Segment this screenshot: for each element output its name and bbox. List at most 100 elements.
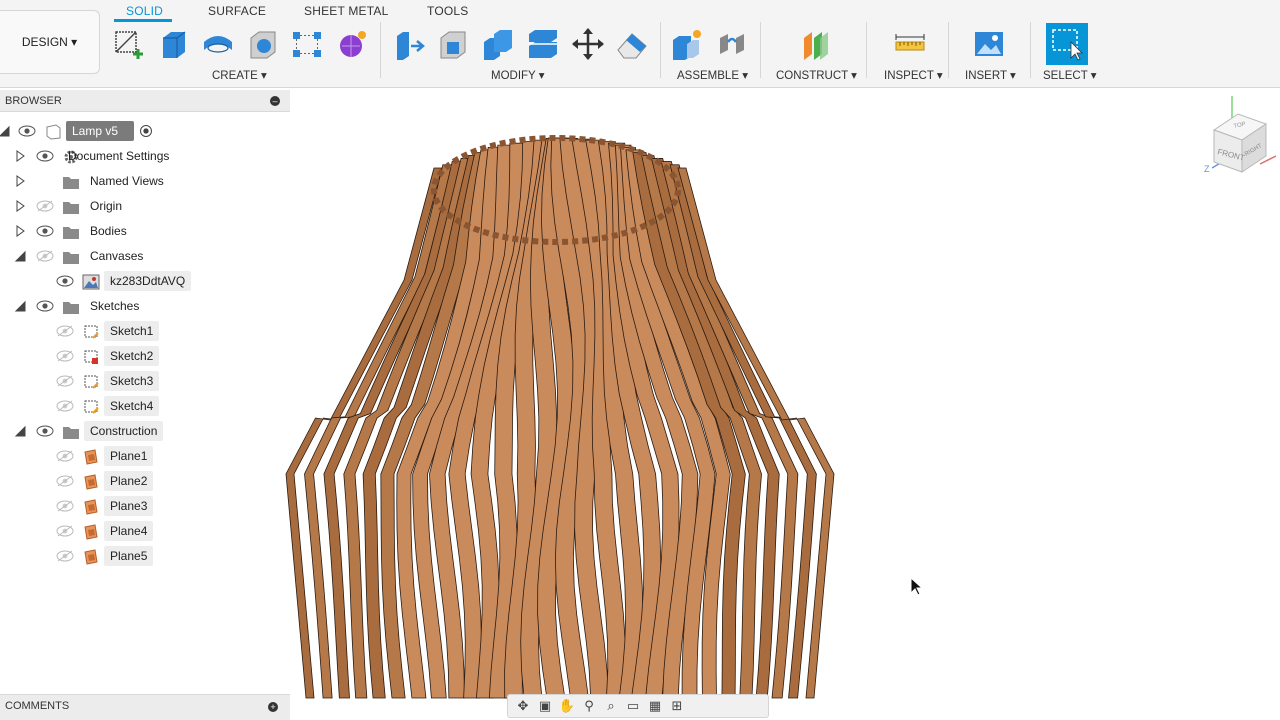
collapse-icon[interactable]: –: [270, 96, 280, 106]
shell-icon[interactable]: [244, 25, 282, 63]
lamp-slat[interactable]: [660, 161, 799, 699]
lamp-slat[interactable]: [614, 144, 699, 699]
lamp-slat[interactable]: [650, 158, 780, 699]
tab-sheet-metal[interactable]: SHEET METAL: [304, 4, 388, 18]
browser-item-document-settings[interactable]: Document Settings: [0, 146, 290, 166]
browser-item-construction[interactable]: Construction: [0, 421, 290, 441]
lamp-top-rim[interactable]: [431, 135, 681, 245]
collapse-arrow-icon[interactable]: [14, 250, 26, 262]
modify-group-label[interactable]: MODIFY ▾: [491, 68, 544, 82]
browser-item-sketches[interactable]: Sketches: [0, 296, 290, 316]
browser-item-origin[interactable]: Origin: [0, 196, 290, 216]
visibility-eye-icon[interactable]: [56, 275, 74, 287]
create-group-label[interactable]: CREATE ▾: [212, 68, 267, 82]
lamp-slat[interactable]: [537, 137, 576, 699]
browser-item-bodies[interactable]: Bodies: [0, 221, 290, 241]
tab-surface[interactable]: SURFACE: [208, 4, 266, 18]
insert-group-label[interactable]: INSERT ▾: [965, 68, 1016, 82]
insert-image-icon[interactable]: [970, 25, 1008, 63]
collapse-arrow-icon[interactable]: [14, 300, 26, 312]
revolve-icon[interactable]: [199, 25, 237, 63]
lamp-slat[interactable]: [607, 142, 680, 699]
visibility-eye-icon[interactable]: [56, 550, 74, 562]
lamp-slat[interactable]: [669, 164, 817, 699]
visibility-eye-icon[interactable]: [56, 500, 74, 512]
viewcube[interactable]: TOP FRONT RIGHT Z: [1200, 92, 1278, 182]
create-form-icon[interactable]: [333, 25, 371, 63]
split-body-icon[interactable]: [524, 25, 562, 63]
lamp-slat[interactable]: [504, 138, 561, 699]
browser-item-plane4[interactable]: Plane4: [0, 521, 290, 541]
browser-item-sketch4[interactable]: Sketch4: [0, 396, 290, 416]
visibility-eye-icon[interactable]: [36, 200, 54, 212]
move-copy-icon[interactable]: [569, 25, 607, 63]
display-settings-icon[interactable]: ▭: [624, 697, 642, 715]
press-pull-icon[interactable]: [390, 25, 428, 63]
inspect-group-label[interactable]: INSPECT ▾: [884, 68, 943, 82]
lamp-slat[interactable]: [585, 139, 644, 699]
measure-icon[interactable]: [891, 25, 929, 63]
tab-tools[interactable]: TOOLS: [427, 4, 468, 18]
lamp-slat[interactable]: [323, 161, 463, 699]
collapse-arrow-icon[interactable]: [14, 425, 26, 437]
lamp-slat[interactable]: [520, 137, 565, 699]
comments-panel[interactable]: COMMENTS +: [0, 694, 290, 720]
browser-item-sketch3[interactable]: Sketch3: [0, 371, 290, 391]
delete-eraser-icon[interactable]: [613, 25, 651, 63]
visibility-eye-icon[interactable]: [56, 450, 74, 462]
pan-hand-icon[interactable]: ✋: [558, 697, 576, 715]
lamp-slat[interactable]: [362, 155, 482, 699]
lamp-slat[interactable]: [412, 146, 504, 699]
expand-arrow-icon[interactable]: [14, 200, 26, 212]
browser-item-plane5[interactable]: Plane5: [0, 546, 290, 566]
select-group-label[interactable]: SELECT ▾: [1043, 68, 1097, 82]
lamp-slat[interactable]: [380, 152, 489, 699]
lamp-slat[interactable]: [598, 141, 662, 699]
lamp-slat[interactable]: [285, 167, 443, 699]
zoom-window-icon[interactable]: ⌕: [602, 697, 620, 715]
select-icon[interactable]: [1046, 23, 1088, 65]
visibility-eye-icon[interactable]: [56, 525, 74, 537]
grid-settings-icon[interactable]: ▦: [646, 697, 664, 715]
visibility-eye-icon[interactable]: [36, 300, 54, 312]
lamp-slat[interactable]: [488, 139, 552, 699]
combine-icon[interactable]: [479, 25, 517, 63]
viewports-icon[interactable]: ⊞: [668, 697, 686, 715]
fillet-icon[interactable]: [434, 25, 472, 63]
lamp-slat[interactable]: [304, 164, 453, 699]
collapse-arrow-icon[interactable]: [0, 125, 10, 137]
browser-item-sketch1[interactable]: Sketch1: [0, 321, 290, 341]
visibility-eye-icon[interactable]: [56, 375, 74, 387]
look-at-icon[interactable]: ▣: [536, 697, 554, 715]
browser-item-plane3[interactable]: Plane3: [0, 496, 290, 516]
lamp-slat[interactable]: [343, 158, 473, 699]
expand-arrow-icon[interactable]: [14, 175, 26, 187]
zoom-icon[interactable]: ⚲: [580, 697, 598, 715]
new-component-icon[interactable]: [668, 25, 706, 63]
assemble-group-label[interactable]: ASSEMBLE ▾: [677, 68, 748, 82]
activate-radio-icon[interactable]: [140, 125, 152, 137]
lamp-slat[interactable]: [641, 155, 762, 699]
browser-item-named-views[interactable]: Named Views: [0, 171, 290, 191]
expand-arrow-icon[interactable]: [14, 225, 26, 237]
orbit-icon[interactable]: ✥: [514, 697, 532, 715]
browser-item-plane2[interactable]: Plane2: [0, 471, 290, 491]
browser-item-plane1[interactable]: Plane1: [0, 446, 290, 466]
lamp-slat[interactable]: [625, 149, 731, 699]
visibility-eye-icon[interactable]: [56, 325, 74, 337]
visibility-eye-icon[interactable]: [56, 350, 74, 362]
browser-item-canvases[interactable]: Canvases: [0, 246, 290, 266]
lamp-slat[interactable]: [396, 149, 496, 699]
visibility-eye-icon[interactable]: [56, 475, 74, 487]
lamp-slat[interactable]: [448, 142, 527, 699]
add-comment-icon[interactable]: +: [268, 702, 278, 712]
visibility-eye-icon[interactable]: [18, 125, 36, 137]
joint-icon[interactable]: [713, 25, 751, 63]
browser-root-row[interactable]: Lamp v5: [0, 121, 290, 141]
lamp-slat[interactable]: [559, 137, 609, 699]
visibility-eye-icon[interactable]: [36, 250, 54, 262]
lamp-slat[interactable]: [620, 146, 716, 699]
lamp-slat[interactable]: [677, 167, 835, 699]
visibility-eye-icon[interactable]: [36, 150, 54, 162]
pattern-icon[interactable]: [288, 25, 326, 63]
